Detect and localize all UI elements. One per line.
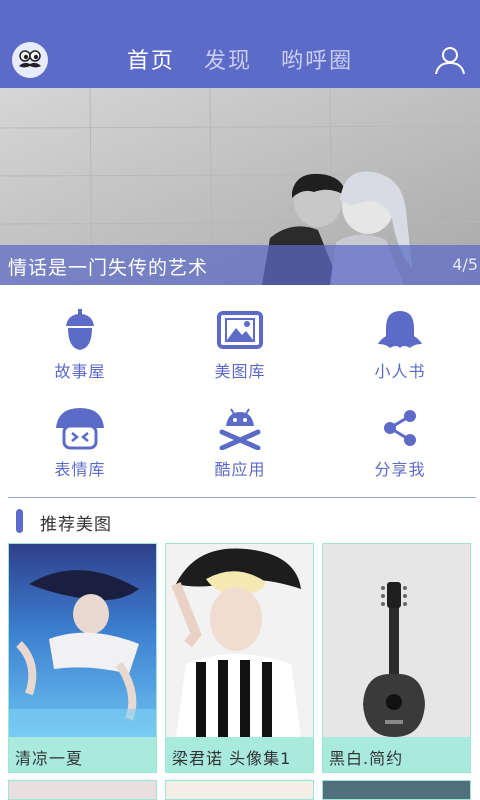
share-icon: [384, 410, 416, 446]
category-label: 故事屋: [54, 362, 106, 381]
tab-circle[interactable]: 哟呼圈: [281, 44, 353, 80]
section-title: 推荐美图: [40, 515, 112, 535]
banner-page-indicator: 4/5: [452, 255, 478, 274]
image-card[interactable]: 清凉一夏: [8, 543, 157, 773]
picture-frame-icon: [217, 311, 263, 349]
category-grid: 故事屋 美图库 小人书 表情库 酷应用 分享我: [0, 300, 480, 495]
card-photo: [9, 544, 156, 737]
category-label: 酷应用: [214, 460, 266, 479]
section-accent-bar: [16, 509, 23, 533]
category-apps[interactable]: 酷应用: [160, 398, 320, 494]
android-crossbones-icon: [219, 408, 261, 450]
card-photo: [166, 544, 313, 737]
category-gallery[interactable]: 美图库: [160, 300, 320, 396]
image-card-next-row[interactable]: [8, 780, 157, 800]
image-card[interactable]: 黑白.简约: [322, 543, 471, 773]
card-caption: 黑白.简约: [323, 737, 470, 772]
tab-home[interactable]: 首页: [127, 44, 175, 80]
user-profile-icon[interactable]: [432, 42, 468, 78]
image-card[interactable]: 梁君诺 头像集1: [165, 543, 314, 773]
ghost-icon: [378, 311, 422, 348]
category-emoji[interactable]: 表情库: [0, 398, 160, 494]
header-tabs: 首页 发现 哟呼圈: [0, 44, 480, 80]
section-divider: [8, 497, 476, 498]
banner-title: 情话是一门失传的艺术: [8, 257, 209, 279]
image-card-next-row[interactable]: [322, 780, 471, 800]
category-label: 表情库: [54, 460, 106, 479]
category-label: 小人书: [374, 362, 426, 381]
category-story[interactable]: 故事屋: [0, 300, 160, 396]
image-card-next-row[interactable]: [165, 780, 314, 800]
tab-discover[interactable]: 发现: [204, 44, 252, 80]
card-caption: 梁君诺 头像集1: [166, 737, 313, 772]
category-share[interactable]: 分享我: [320, 398, 480, 494]
category-label: 分享我: [374, 460, 426, 479]
top-app-bar: 首页 发现 哟呼圈: [0, 0, 480, 88]
banner-caption-bar: 情话是一门失传的艺术 4/5: [0, 245, 480, 285]
acorn-icon: [66, 309, 94, 350]
mushroom-face-icon: [56, 408, 104, 450]
category-comics[interactable]: 小人书: [320, 300, 480, 396]
category-label: 美图库: [214, 362, 266, 381]
hero-banner[interactable]: 情话是一门失传的艺术 4/5: [0, 88, 480, 285]
card-caption: 清凉一夏: [9, 737, 156, 772]
card-photo: [323, 544, 470, 737]
